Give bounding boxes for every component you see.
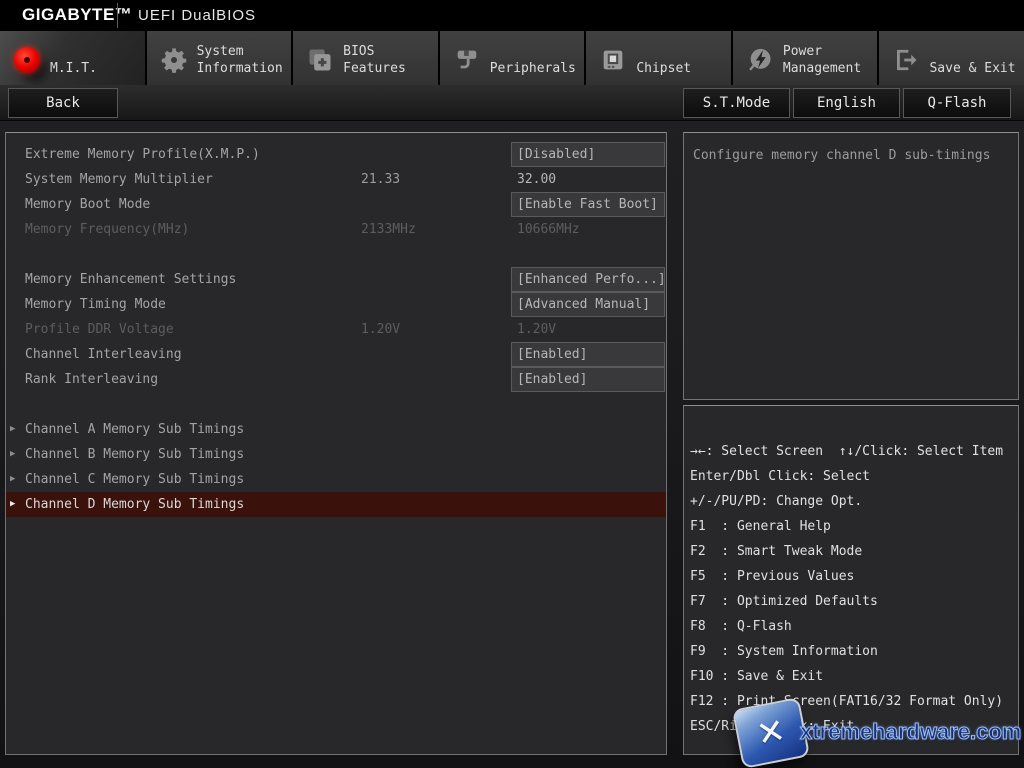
submenu-arrow-icon: ▶ <box>10 442 15 467</box>
setting-secondary-value: 2133MHz <box>361 217 416 242</box>
setting-label: Channel Interleaving <box>25 342 182 367</box>
help-key-line: →←: Select Screen ↑↓/Click: Select Item <box>690 439 1016 464</box>
settings-row-memory-timing-mode[interactable]: Memory Timing Mode [Advanced Manual] <box>6 292 666 317</box>
language-button[interactable]: English <box>793 88 900 118</box>
settings-rows: Extreme Memory Profile(X.M.P.) [Disabled]… <box>6 142 666 517</box>
tab-label: System Information <box>197 43 292 77</box>
bios-screen: GIGABYTE™ UEFI DualBIOS M.I.T. System Inf… <box>0 0 1024 768</box>
submenu-arrow-icon: ▶ <box>10 467 15 492</box>
setting-label: Channel B Memory Sub Timings <box>25 442 244 467</box>
setting-value[interactable]: [Enabled] <box>511 367 665 392</box>
st-mode-button[interactable]: S.T.Mode <box>683 88 790 118</box>
help-key-line: F7 : Optimized Defaults <box>690 589 1016 614</box>
watermark-x-glyph: ✕ <box>753 711 789 756</box>
setting-label: System Memory Multiplier <box>25 167 213 192</box>
keys-help-panel: →←: Select Screen ↑↓/Click: Select ItemE… <box>683 405 1019 755</box>
tab-label: Save & Exit <box>929 60 1015 77</box>
setting-label: Extreme Memory Profile(X.M.P.) <box>25 142 260 167</box>
setting-value[interactable]: [Enable Fast Boot] <box>511 192 665 217</box>
row-spacer <box>6 242 666 267</box>
setting-secondary-value: 1.20V <box>361 317 400 342</box>
setting-value: 1.20V <box>511 317 665 342</box>
watermark-icon: ✕ <box>732 697 810 768</box>
setting-value: 32.00 <box>511 167 665 192</box>
tab-label: Chipset <box>636 60 691 77</box>
settings-row-channel-a-memory-sub-timings[interactable]: ▶ Channel A Memory Sub Timings <box>6 417 666 442</box>
power-management-icon <box>746 46 774 74</box>
help-key-line: F10 : Save & Exit <box>690 664 1016 689</box>
settings-row-memory-enhancement-settings[interactable]: Memory Enhancement Settings [Enhanced Per… <box>6 267 666 292</box>
tab-system-information[interactable]: System Information <box>147 31 292 85</box>
tab-bar: M.I.T. System Information BIOS Features Per… <box>0 31 1024 85</box>
tab-label: Peripherals <box>490 60 576 77</box>
watermark-text: xtremehardware.com <box>800 719 1021 745</box>
setting-value[interactable]: [Advanced Manual] <box>511 292 665 317</box>
help-key-line: F8 : Q-Flash <box>690 614 1016 639</box>
chipset-icon <box>599 46 627 74</box>
settings-row-memory-frequency-mhz[interactable]: Memory Frequency(MHz) 2133MHz 10666MHz <box>6 217 666 242</box>
settings-row-rank-interleaving[interactable]: Rank Interleaving [Enabled] <box>6 367 666 392</box>
tab-label: M.I.T. <box>50 60 97 77</box>
back-button[interactable]: Back <box>8 88 118 118</box>
settings-row-channel-b-memory-sub-timings[interactable]: ▶ Channel B Memory Sub Timings <box>6 442 666 467</box>
submenu-arrow-icon: ▶ <box>10 417 15 442</box>
settings-row-extreme-memory-profile-x-m-p[interactable]: Extreme Memory Profile(X.M.P.) [Disabled] <box>6 142 666 167</box>
tab-bios-features[interactable]: BIOS Features <box>293 31 438 85</box>
tab-label: BIOS Features <box>343 43 438 77</box>
setting-label: Channel D Memory Sub Timings <box>25 492 244 517</box>
mit-red-dot-icon <box>13 46 41 74</box>
row-spacer <box>6 392 666 417</box>
top-title-bar: GIGABYTE™ UEFI DualBIOS <box>0 0 1024 31</box>
help-key-line: F1 : General Help <box>690 514 1016 539</box>
settings-row-channel-interleaving[interactable]: Channel Interleaving [Enabled] <box>6 342 666 367</box>
setting-label: Profile DDR Voltage <box>25 317 174 342</box>
titlebar-divider <box>117 3 118 28</box>
peripherals-icon <box>453 46 481 74</box>
help-key-line: Enter/Dbl Click: Select <box>690 464 1016 489</box>
settings-row-memory-boot-mode[interactable]: Memory Boot Mode [Enable Fast Boot] <box>6 192 666 217</box>
item-help-panel: Configure memory channel D sub-timings <box>683 132 1019 400</box>
settings-row-system-memory-multiplier[interactable]: System Memory Multiplier 21.33 32.00 <box>6 167 666 192</box>
system-info-gear-icon <box>160 46 188 74</box>
setting-label: Channel A Memory Sub Timings <box>25 417 244 442</box>
setting-value: 10666MHz <box>511 217 665 242</box>
help-key-line: F5 : Previous Values <box>690 564 1016 589</box>
gigabyte-logo: GIGABYTE™ <box>22 5 132 25</box>
settings-row-channel-d-memory-sub-timings[interactable]: ▶ Channel D Memory Sub Timings <box>6 492 666 517</box>
settings-row-channel-c-memory-sub-timings[interactable]: ▶ Channel C Memory Sub Timings <box>6 467 666 492</box>
setting-value[interactable]: [Enhanced Perfo...] <box>511 267 665 292</box>
setting-label: Memory Timing Mode <box>25 292 166 317</box>
save-exit-icon <box>892 46 920 74</box>
setting-value[interactable]: [Enabled] <box>511 342 665 367</box>
setting-label: Rank Interleaving <box>25 367 158 392</box>
setting-secondary-value: 21.33 <box>361 167 400 192</box>
help-description: Configure memory channel D sub-timings <box>693 146 1009 165</box>
qflash-button[interactable]: Q-Flash <box>903 88 1011 118</box>
tab-label: Power Management <box>783 43 878 77</box>
tab-save-exit[interactable]: Save & Exit <box>879 31 1024 85</box>
help-key-list: →←: Select Screen ↑↓/Click: Select ItemE… <box>690 439 1016 739</box>
setting-label: Memory Frequency(MHz) <box>25 217 189 242</box>
uefi-dualbios-title: UEFI DualBIOS <box>138 7 256 24</box>
tab-chipset[interactable]: Chipset <box>586 31 731 85</box>
settings-row-profile-ddr-voltage[interactable]: Profile DDR Voltage 1.20V 1.20V <box>6 317 666 342</box>
setting-label: Memory Enhancement Settings <box>25 267 236 292</box>
settings-panel: Extreme Memory Profile(X.M.P.) [Disabled]… <box>5 132 667 755</box>
tab-power-management[interactable]: Power Management <box>733 31 878 85</box>
help-key-line: F2 : Smart Tweak Mode <box>690 539 1016 564</box>
setting-label: Channel C Memory Sub Timings <box>25 467 244 492</box>
bios-features-icon <box>306 46 334 74</box>
setting-value[interactable]: [Disabled] <box>511 142 665 167</box>
setting-label: Memory Boot Mode <box>25 192 150 217</box>
help-key-line: F9 : System Information <box>690 639 1016 664</box>
tab-peripherals[interactable]: Peripherals <box>440 31 585 85</box>
toolbar: Back S.T.Mode English Q-Flash <box>0 85 1024 121</box>
submenu-arrow-icon: ▶ <box>10 492 15 517</box>
help-key-line: +/-/PU/PD: Change Opt. <box>690 489 1016 514</box>
tab-m-i-t[interactable]: M.I.T. <box>0 31 145 85</box>
